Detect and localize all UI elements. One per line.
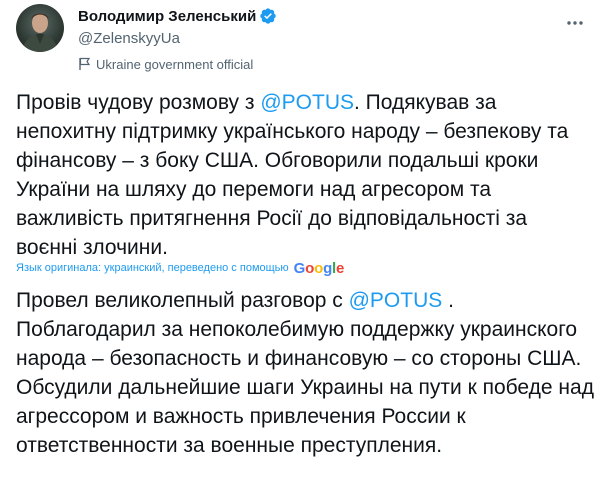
affiliation-label: Ukraine government official bbox=[78, 55, 277, 73]
original-text-start: Провів чудову розмову з bbox=[16, 91, 261, 114]
gov-label: Ukraine government official bbox=[96, 56, 254, 72]
user-block: Володимир Зеленський @ZelenskyyUa Ukrain… bbox=[78, 6, 277, 73]
handle[interactable]: @ZelenskyyUa bbox=[78, 29, 277, 49]
mention-link[interactable]: @POTUS bbox=[260, 91, 354, 114]
avatar[interactable] bbox=[16, 4, 64, 52]
translation-note[interactable]: Язык оригинала: украинский, переведено с… bbox=[16, 258, 344, 278]
translated-mention-link[interactable]: @POTUS bbox=[349, 289, 443, 312]
tweet-translated-text: Провел великолепный разговор с @POTUS . … bbox=[16, 286, 596, 460]
name-row: Володимир Зеленський bbox=[78, 6, 277, 26]
more-options-icon[interactable] bbox=[564, 12, 586, 34]
display-name[interactable]: Володимир Зеленський bbox=[78, 8, 256, 25]
original-text-end: . Подякував за непохитну підтримку украї… bbox=[16, 91, 569, 259]
flag-icon bbox=[78, 57, 91, 71]
translation-note-text: Язык оригинала: украинский, переведено с… bbox=[16, 262, 289, 274]
translated-text-start: Провел великолепный разговор с bbox=[16, 289, 349, 312]
verified-badge-icon bbox=[259, 7, 277, 25]
translated-text-end: . Поблагодарил за непоколебимую поддержк… bbox=[16, 289, 594, 457]
tweet: Володимир Зеленський @ZelenskyyUa Ukrain… bbox=[0, 0, 602, 492]
tweet-original-text: Провів чудову розмову з @POTUS. Подякува… bbox=[16, 88, 592, 262]
google-logo: Google bbox=[293, 259, 345, 277]
